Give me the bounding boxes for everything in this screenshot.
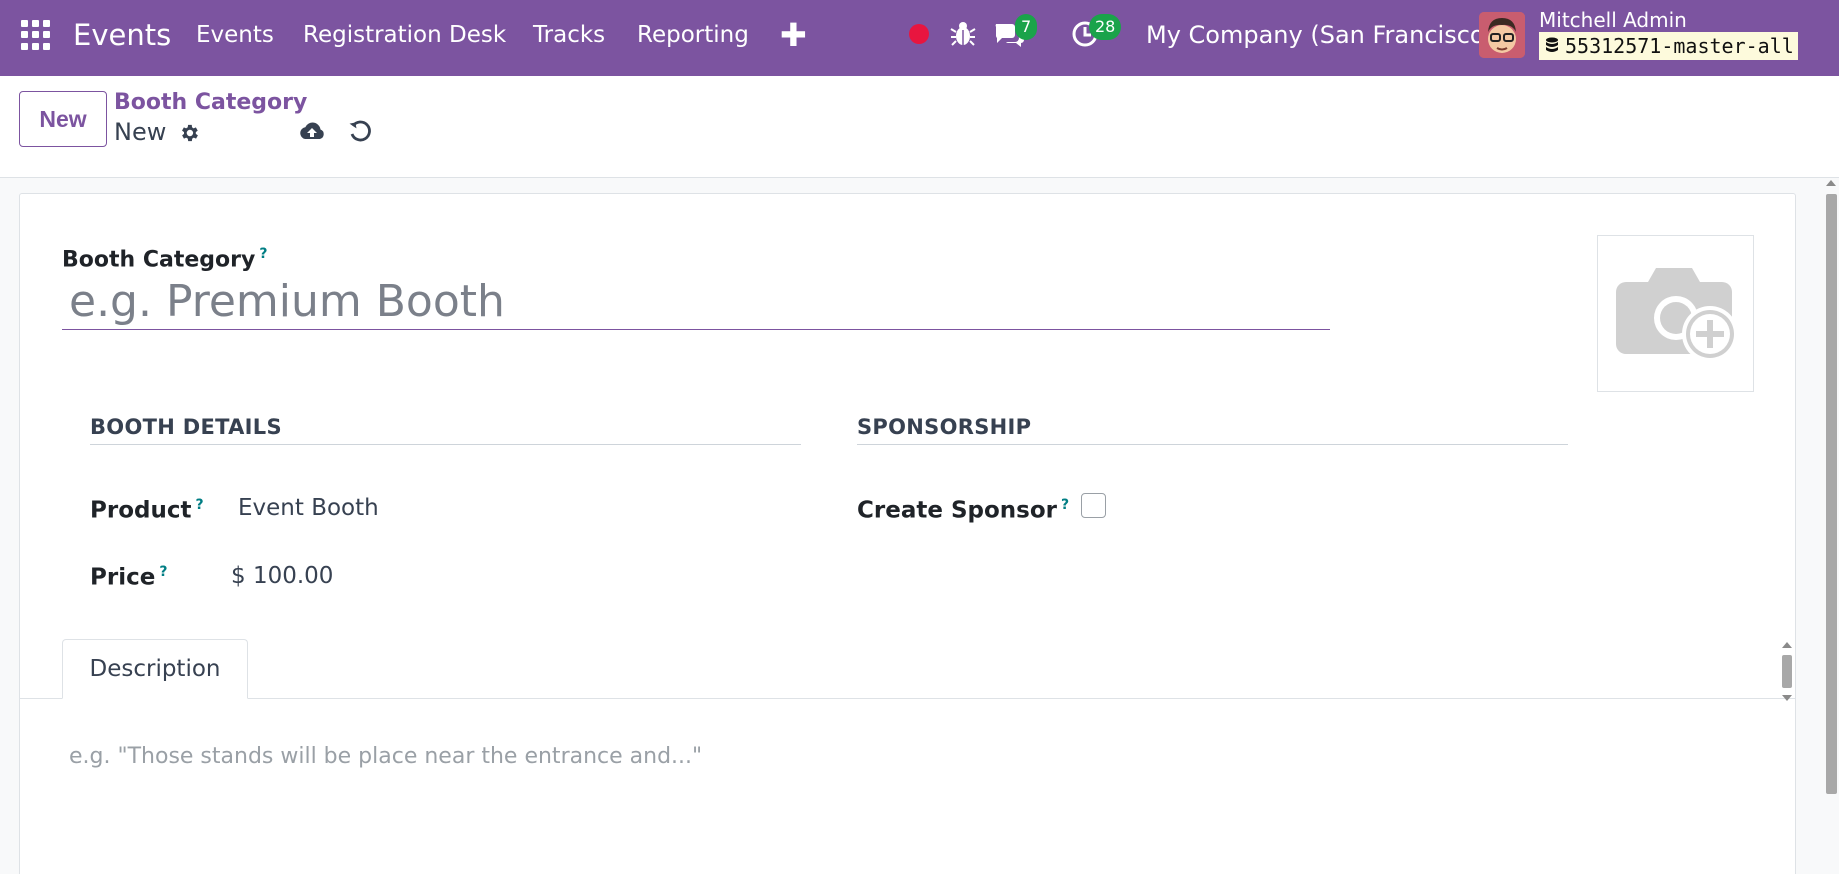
- sponsorship-section-title: SPONSORSHIP: [857, 415, 1032, 439]
- product-label: Product?: [90, 497, 204, 524]
- scroll-down-arrow-icon[interactable]: [1782, 695, 1792, 701]
- page-scrollbar[interactable]: [1824, 178, 1839, 874]
- apps-menu-icon[interactable]: [21, 20, 51, 50]
- product-field[interactable]: Event Booth: [238, 493, 379, 523]
- tab-description[interactable]: Description: [62, 639, 248, 699]
- create-sponsor-checkbox[interactable]: [1081, 493, 1106, 518]
- booth-category-name-input[interactable]: [62, 274, 1330, 330]
- booth-details-divider: [90, 444, 801, 445]
- description-editor[interactable]: e.g. "Those stands will be place near th…: [69, 742, 702, 772]
- record-icon[interactable]: [909, 24, 929, 44]
- breadcrumb-current: New: [114, 118, 167, 146]
- booth-details-section-title: BOOTH DETAILS: [90, 415, 282, 439]
- sponsorship-divider: [857, 444, 1568, 445]
- menu-registration-desk[interactable]: Registration Desk: [303, 20, 506, 50]
- user-avatar[interactable]: [1479, 12, 1525, 58]
- database-name: 55312571-master-all: [1565, 34, 1794, 58]
- menu-events[interactable]: Events: [196, 20, 274, 50]
- scroll-thumb[interactable]: [1782, 655, 1792, 688]
- company-switcher[interactable]: My Company (San Francisco): [1146, 20, 1494, 50]
- discard-icon[interactable]: [348, 120, 372, 144]
- bug-icon[interactable]: [950, 20, 976, 48]
- booth-category-label: Booth Category?: [62, 246, 268, 273]
- camera-add-icon: [1615, 267, 1738, 362]
- page-scroll-thumb[interactable]: [1826, 194, 1837, 794]
- top-navbar: Events Events Registration Desk Tracks R…: [0, 0, 1839, 76]
- app-name[interactable]: Events: [73, 16, 171, 54]
- help-tooltip-icon[interactable]: ?: [159, 564, 167, 580]
- menu-reporting[interactable]: Reporting: [637, 20, 749, 50]
- database-icon: [1546, 37, 1558, 52]
- database-badge: 55312571-master-all: [1539, 32, 1798, 60]
- messages-count-badge: 7: [1015, 14, 1038, 40]
- control-panel: New Booth Category New: [0, 76, 1839, 178]
- create-sponsor-label: Create Sponsor?: [857, 497, 1070, 524]
- help-tooltip-icon[interactable]: ?: [259, 246, 267, 262]
- breadcrumb-booth-category[interactable]: Booth Category: [114, 88, 307, 118]
- price-field[interactable]: $ 100.00: [231, 561, 333, 591]
- notebook-scrollbar[interactable]: [1781, 640, 1793, 703]
- help-tooltip-icon[interactable]: ?: [1061, 497, 1069, 513]
- help-tooltip-icon[interactable]: ?: [195, 497, 203, 513]
- menu-tracks[interactable]: Tracks: [533, 20, 605, 50]
- image-upload[interactable]: [1597, 235, 1754, 392]
- user-name[interactable]: Mitchell Admin: [1539, 8, 1687, 32]
- new-button[interactable]: New: [19, 91, 107, 147]
- form-sheet: Booth Category? BOOTH DETAILS SPONSORSHI…: [19, 193, 1796, 874]
- scroll-up-arrow-icon[interactable]: [1782, 642, 1792, 648]
- notebook-tab-divider: [20, 698, 1795, 699]
- save-cloud-icon[interactable]: [298, 120, 326, 144]
- gear-icon[interactable]: [178, 122, 200, 144]
- price-label: Price?: [90, 564, 168, 591]
- page-scroll-up-arrow-icon[interactable]: [1826, 180, 1836, 186]
- plus-icon[interactable]: ✚: [780, 17, 807, 53]
- activities-count-badge: 28: [1089, 14, 1122, 40]
